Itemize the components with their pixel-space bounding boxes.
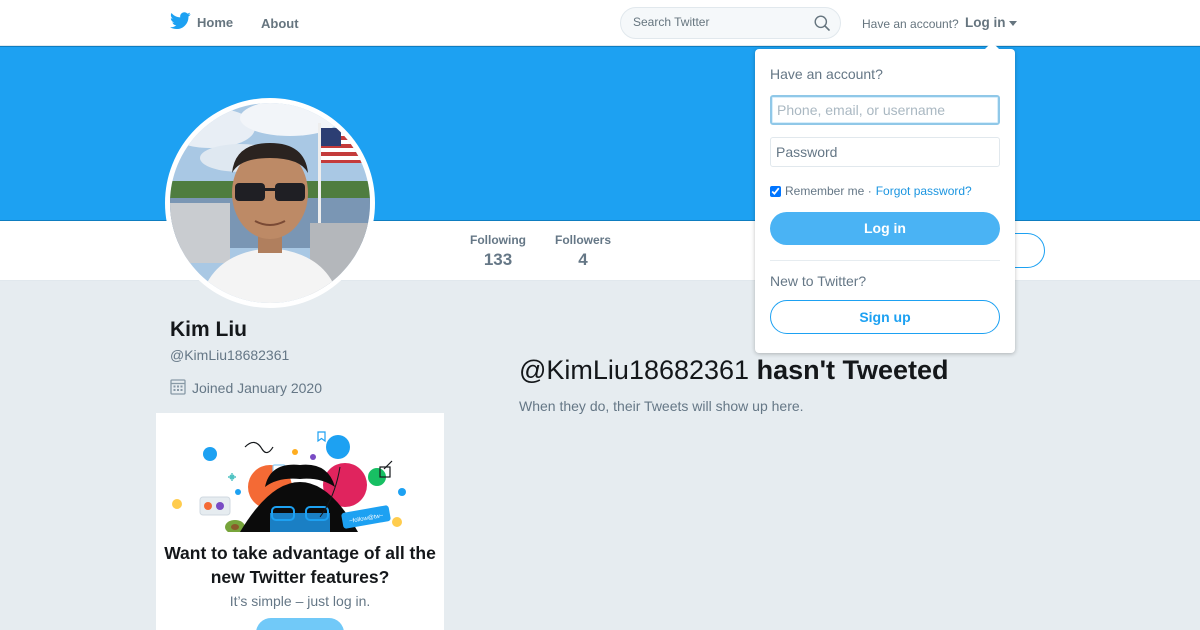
- login-promo-card: ~follow@tw~ Want to take advantage of al…: [156, 413, 444, 630]
- stat-label: Following: [470, 233, 526, 247]
- following-stat[interactable]: Following 133: [470, 233, 526, 270]
- promo-login-button[interactable]: [256, 618, 344, 630]
- nav-home-label: Home: [197, 15, 234, 30]
- search-input[interactable]: [633, 15, 808, 29]
- empty-timeline-suffix: hasn't Tweeted: [756, 355, 949, 385]
- empty-timeline-subtitle: When they do, their Tweets will show up …: [519, 398, 804, 414]
- caret-down-icon: [1008, 20, 1017, 26]
- joined-date: Joined January 2020: [170, 378, 322, 398]
- forgot-password-link[interactable]: Forgot password?: [876, 184, 972, 198]
- dropdown-title: Have an account?: [770, 66, 883, 82]
- nav-about-link[interactable]: About: [261, 16, 299, 31]
- promo-illustration: ~follow@tw~: [170, 427, 430, 537]
- top-navigation-bar: Home About Have an account? Log in: [0, 0, 1200, 46]
- stat-label: Followers: [555, 233, 612, 247]
- profile-avatar[interactable]: [165, 98, 375, 308]
- empty-timeline-title: @KimLiu18682361 hasn't Tweeted: [519, 355, 949, 386]
- username-field[interactable]: [770, 95, 1000, 125]
- signup-button[interactable]: Sign up: [770, 300, 1000, 334]
- profile-name: Kim Liu: [170, 318, 247, 341]
- search-box: [620, 7, 841, 39]
- login-dropdown: Have an account? Remember me · Forgot pa…: [755, 42, 1015, 353]
- dropdown-divider: [770, 260, 1000, 261]
- empty-timeline-handle: @KimLiu18682361: [519, 355, 750, 385]
- promo-subtitle: It’s simple – just log in.: [229, 593, 371, 609]
- profile-handle: @KimLiu18682361: [170, 347, 290, 363]
- login-toggle-label: Log in: [965, 15, 1006, 30]
- remember-me-label: Remember me ·: [785, 184, 872, 198]
- stat-value: 133: [483, 250, 513, 269]
- twitter-bird-icon: [170, 12, 191, 33]
- password-field[interactable]: [770, 137, 1000, 167]
- login-dropdown-toggle[interactable]: Log in: [965, 15, 1017, 30]
- remember-row: Remember me · Forgot password?: [770, 184, 972, 198]
- calendar-icon: [170, 378, 186, 398]
- promo-title: Want to take advantage of all the new Tw…: [164, 543, 436, 587]
- remember-me-checkbox[interactable]: [770, 185, 781, 197]
- followers-stat[interactable]: Followers 4: [555, 233, 611, 270]
- nav-home-link[interactable]: Home: [170, 12, 233, 33]
- dropdown-arrow: [984, 42, 1000, 50]
- new-to-twitter-text: New to Twitter?: [770, 273, 867, 289]
- have-account-text: Have an account?: [862, 17, 959, 31]
- search-icon[interactable]: [814, 15, 830, 36]
- joined-label: Joined January 2020: [192, 380, 322, 396]
- stat-value: 4: [578, 250, 588, 269]
- login-button[interactable]: Log in: [770, 212, 1000, 245]
